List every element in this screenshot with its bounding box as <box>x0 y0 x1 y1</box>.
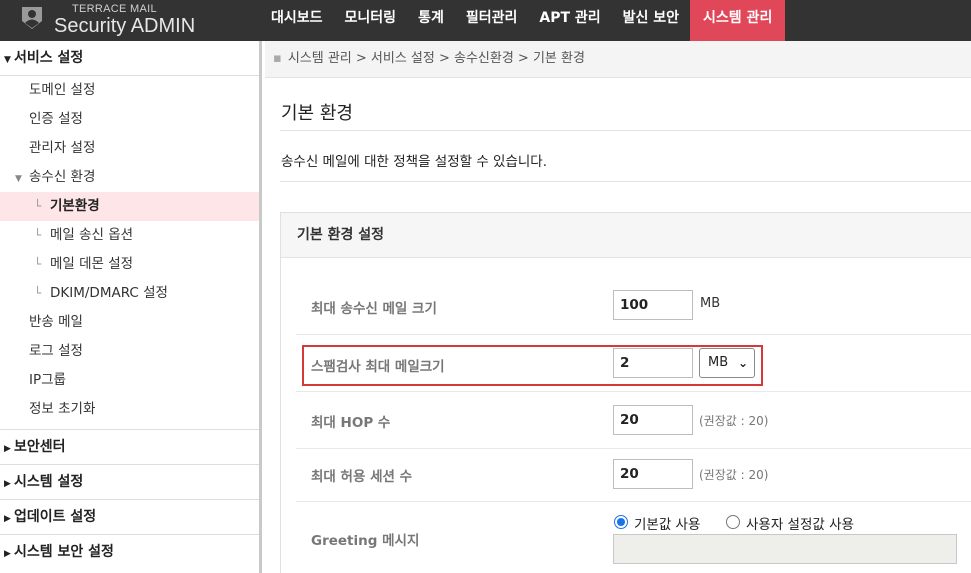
tree-corner-icon: └ <box>34 286 42 300</box>
basic-environment-panel: 기본 환경 설정 최대 송수신 메일 크기 100 MB 스팸검사 최대 메일크… <box>280 212 971 573</box>
max-mail-size-unit: MB <box>700 296 721 311</box>
main-nav: 대시보드 모니터링 통계 필터관리 APT 관리 발신 보안 시스템 관리 <box>260 0 786 41</box>
nav-dashboard[interactable]: 대시보드 <box>260 0 334 41</box>
nav-statistics[interactable]: 통계 <box>407 0 455 41</box>
nav-system-management[interactable]: 시스템 관리 <box>690 0 786 41</box>
tree-corner-icon: └ <box>34 199 42 213</box>
sidebar-item-mail-send-options[interactable]: └ 메일 송신 옵션 <box>0 221 259 250</box>
max-session-input[interactable]: 20 <box>613 459 693 489</box>
page-title: 기본 환경 <box>281 103 353 124</box>
nav-apt-management[interactable]: APT 관리 <box>528 0 611 41</box>
sidebar-item-label: DKIM/DMARC 설정 <box>50 285 168 301</box>
bullet-icon: ▪ <box>273 51 282 66</box>
brand-logo[interactable]: TERRACE MAIL Security ADMIN <box>16 2 216 38</box>
breadcrumb-text: 시스템 관리 > 서비스 설정 > 송수신환경 > 기본 환경 <box>287 51 585 66</box>
top-bar: TERRACE MAIL Security ADMIN 대시보드 모니터링 통계… <box>0 0 971 41</box>
max-mail-size-label: 최대 송수신 메일 크기 <box>311 301 437 317</box>
max-hop-input[interactable]: 20 <box>613 405 693 435</box>
max-session-hint: (권장값 : 20) <box>699 468 769 482</box>
nav-monitoring[interactable]: 모니터링 <box>334 0 408 41</box>
max-mail-size-input[interactable]: 100 <box>613 290 693 320</box>
greeting-custom-label[interactable]: 사용자 설정값 사용 <box>746 513 854 533</box>
shield-user-icon <box>22 7 42 29</box>
triangle-down-icon: ▼ <box>4 55 11 65</box>
sidebar-item-domain-settings[interactable]: 도메인 설정 <box>0 76 259 105</box>
greeting-default-radio[interactable] <box>614 515 628 529</box>
sidebar-item-label: 기본환경 <box>50 198 100 214</box>
tree-corner-icon: └ <box>34 257 42 271</box>
divider <box>280 130 971 131</box>
sidebar-section-label: 서비스 설정 <box>14 50 84 66</box>
sidebar-item-basic-environment[interactable]: └ 기본환경 <box>0 192 259 221</box>
sidebar-item-auth-settings[interactable]: 인증 설정 <box>0 105 259 134</box>
sidebar: ▼ 서비스 설정 도메인 설정 인증 설정 관리자 설정 ▼ 송수신 환경 └ 기본환… <box>0 41 262 573</box>
sidebar-item-label: 메일 송신 옵션 <box>50 227 134 243</box>
tree-corner-icon: └ <box>34 228 42 242</box>
sidebar-item-ip-group[interactable]: IP그룹 <box>0 366 259 395</box>
brand-big-text: Security ADMIN <box>54 15 196 37</box>
greeting-custom-radio[interactable] <box>726 515 740 529</box>
row-divider <box>296 334 971 335</box>
row-divider <box>296 448 971 449</box>
greeting-message-label: Greeting 메시지 <box>311 533 420 549</box>
sidebar-item-mail-daemon-settings[interactable]: └ 메일 데몬 설정 <box>0 250 259 279</box>
breadcrumb: ▪ 시스템 관리 > 서비스 설정 > 송수신환경 > 기본 환경 <box>265 41 971 78</box>
sidebar-section-security-center[interactable]: ▶ 보안센터 <box>0 429 259 464</box>
panel-title: 기본 환경 설정 <box>281 213 971 258</box>
sidebar-section-system-settings[interactable]: ▶ 시스템 설정 <box>0 464 259 499</box>
sidebar-section-label: 업데이트 설정 <box>14 509 97 525</box>
sidebar-section-label: 시스템 설정 <box>14 474 84 490</box>
triangle-right-icon: ▶ <box>4 444 11 454</box>
sidebar-section-service-settings[interactable]: ▼ 서비스 설정 <box>0 41 259 76</box>
brand-small-text: TERRACE MAIL <box>72 3 157 15</box>
triangle-right-icon: ▶ <box>4 549 11 559</box>
sidebar-item-label: 메일 데몬 설정 <box>50 256 134 272</box>
sidebar-item-bounce-mail[interactable]: 반송 메일 <box>0 308 259 337</box>
triangle-down-icon: ▼ <box>15 174 22 184</box>
max-session-label: 최대 허용 세션 수 <box>311 469 413 485</box>
sidebar-section-label: 시스템 보안 설정 <box>14 544 114 560</box>
sidebar-item-label: 송수신 환경 <box>29 169 96 185</box>
nav-filter-management[interactable]: 필터관리 <box>455 0 529 41</box>
sidebar-item-dkim-dmarc-settings[interactable]: └ DKIM/DMARC 설정 <box>0 279 259 308</box>
max-hop-label: 최대 HOP 수 <box>311 415 391 431</box>
divider <box>280 181 971 182</box>
greeting-message-input[interactable] <box>613 534 957 564</box>
triangle-right-icon: ▶ <box>4 514 11 524</box>
max-hop-hint: (권장값 : 20) <box>699 414 769 428</box>
sidebar-section-system-security-settings[interactable]: ▶ 시스템 보안 설정 <box>0 534 259 569</box>
sidebar-item-admin-settings[interactable]: 관리자 설정 <box>0 134 259 163</box>
triangle-right-icon: ▶ <box>4 479 11 489</box>
row-divider <box>296 391 971 392</box>
greeting-default-label[interactable]: 기본값 사용 <box>634 513 700 533</box>
main-content: ▪ 시스템 관리 > 서비스 설정 > 송수신환경 > 기본 환경 기본 환경 송… <box>265 41 971 573</box>
sidebar-section-update-settings[interactable]: ▶ 업데이트 설정 <box>0 499 259 534</box>
sidebar-item-mail-environment[interactable]: ▼ 송수신 환경 <box>0 163 259 192</box>
highlight-box <box>302 345 763 386</box>
row-divider <box>296 501 971 502</box>
page-description: 송수신 메일에 대한 정책을 설정할 수 있습니다. <box>281 154 548 170</box>
sidebar-section-label: 보안센터 <box>14 439 66 455</box>
sidebar-item-reset-info[interactable]: 정보 초기화 <box>0 395 259 424</box>
sidebar-item-log-settings[interactable]: 로그 설정 <box>0 337 259 366</box>
nav-outbound-security[interactable]: 발신 보안 <box>612 0 690 41</box>
